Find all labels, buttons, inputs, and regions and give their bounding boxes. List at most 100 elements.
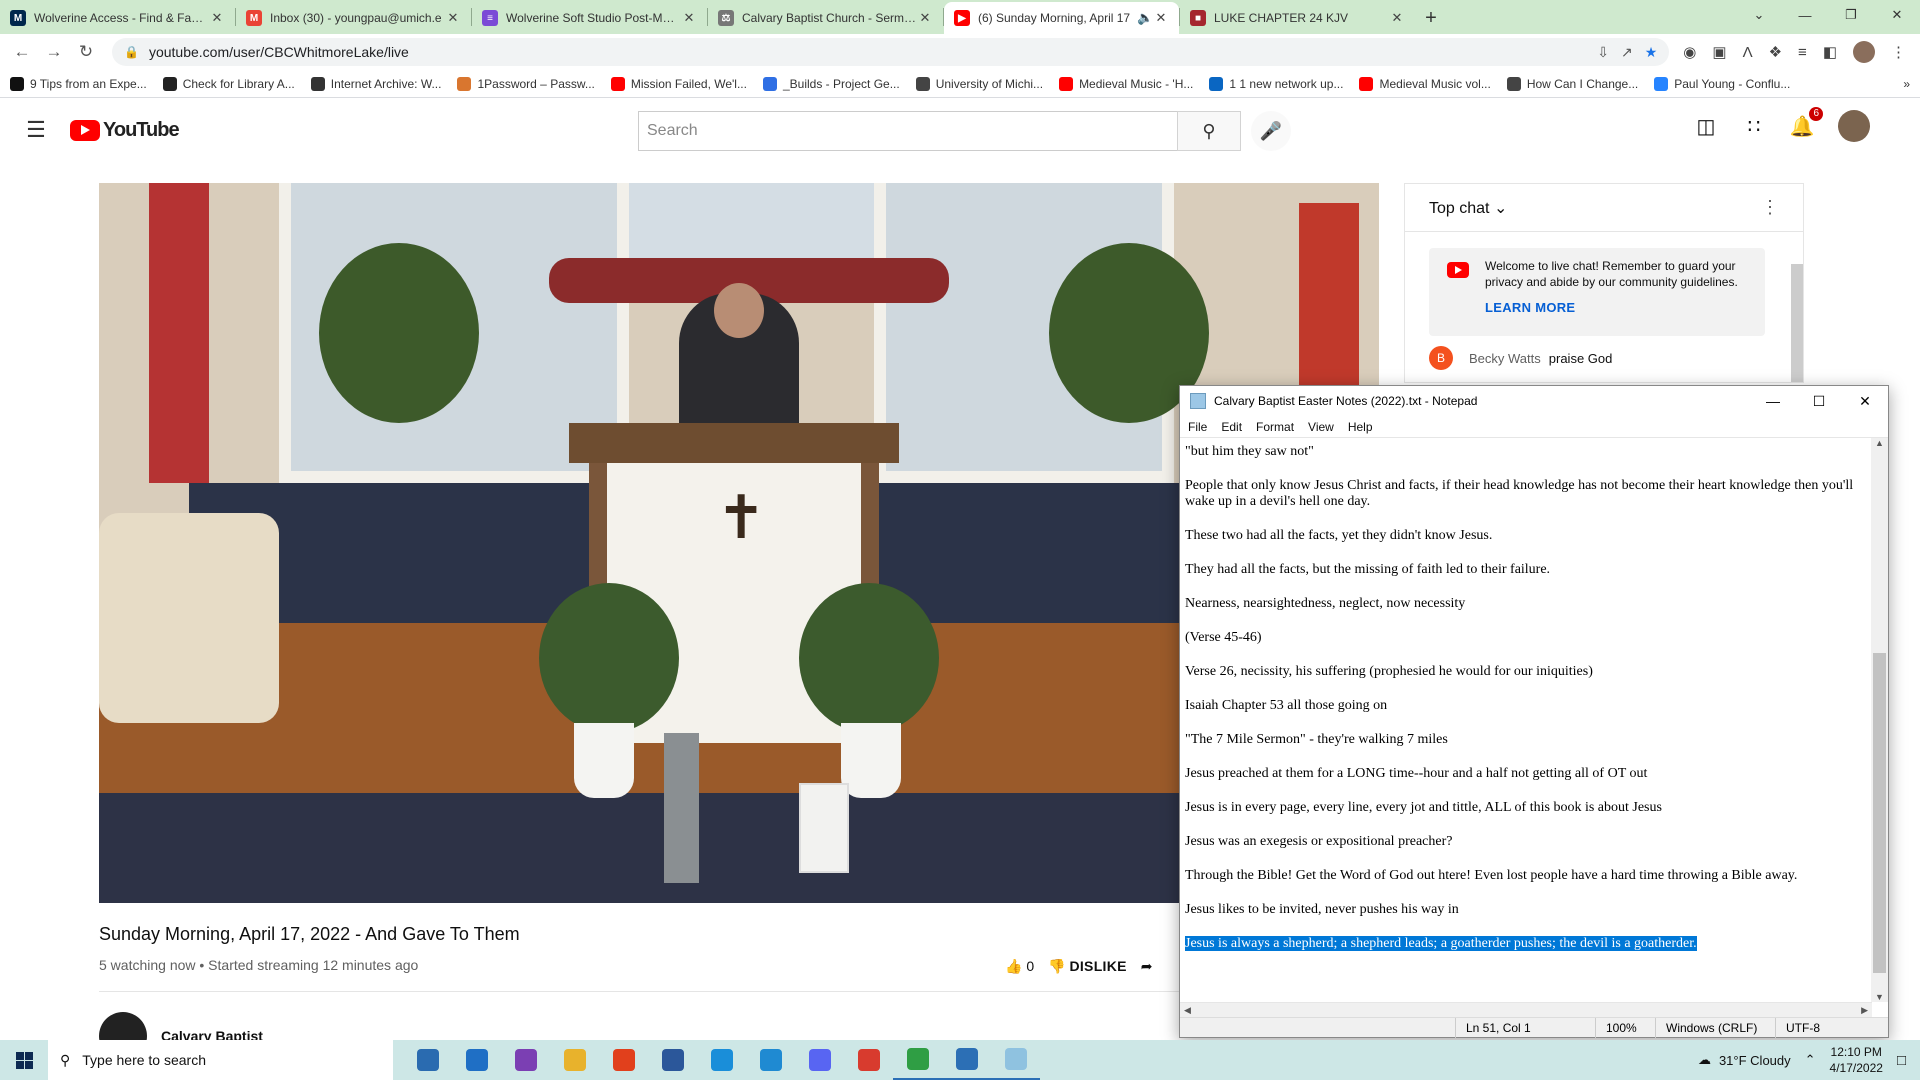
voice-search-button[interactable]: 🎤: [1251, 111, 1291, 151]
menu-icon[interactable]: ⋮: [1891, 43, 1906, 61]
youtube-logo[interactable]: YouTube: [70, 119, 180, 142]
taskbar-podcast-button[interactable]: [501, 1040, 550, 1080]
tab-close-icon[interactable]: ✕: [445, 10, 461, 26]
more-options-icon[interactable]: ⋮: [1761, 197, 1779, 218]
tab-close-icon[interactable]: ✕: [681, 10, 697, 26]
search-input[interactable]: Search: [638, 111, 1177, 151]
bookmark-item[interactable]: _Builds - Project Ge...: [762, 76, 900, 91]
extension-icon[interactable]: ▣: [1712, 43, 1726, 61]
clock[interactable]: 12:10 PM 4/17/2022: [1830, 1044, 1883, 1076]
bookmark-star-icon[interactable]: ★: [1645, 44, 1658, 61]
menu-view[interactable]: View: [1308, 420, 1334, 434]
weather-text[interactable]: 31°F Cloudy: [1719, 1053, 1791, 1068]
taskbar-search[interactable]: ⚲ Type here to search: [48, 1040, 393, 1080]
bookmark-item[interactable]: Check for Library A...: [162, 76, 295, 91]
close-button[interactable]: ✕: [1842, 386, 1888, 416]
taskbar-task-view-button[interactable]: [403, 1040, 452, 1080]
bookmark-item[interactable]: Paul Young - Conflu...: [1654, 76, 1790, 91]
side-panel-icon[interactable]: ◧: [1823, 43, 1837, 61]
hamburger-menu-icon[interactable]: ☰: [16, 110, 56, 150]
back-button[interactable]: ←: [8, 38, 36, 66]
bookmark-item[interactable]: How Can I Change...: [1506, 76, 1638, 91]
taskbar-edge-button[interactable]: [697, 1040, 746, 1080]
bookmark-item[interactable]: Mission Failed, We'l...: [610, 76, 747, 91]
menu-file[interactable]: File: [1188, 420, 1207, 434]
chat-scrollbar[interactable]: [1791, 264, 1803, 382]
tab-close-icon[interactable]: ✕: [917, 10, 933, 26]
apps-grid-icon[interactable]: ∷: [1742, 114, 1766, 138]
taskbar-mail-button[interactable]: [452, 1040, 501, 1080]
puzzle-icon[interactable]: ❖: [1769, 43, 1782, 61]
install-icon[interactable]: ⇩: [1597, 44, 1609, 61]
chat-author-name[interactable]: Becky Watts: [1469, 351, 1541, 366]
browser-tab[interactable]: ⚖ Calvary Baptist Church - Sermons ✕: [708, 2, 943, 34]
dislike-button[interactable]: 👎 DISLIKE: [1048, 958, 1127, 975]
learn-more-link[interactable]: LEARN MORE: [1485, 300, 1755, 316]
bookmark-item[interactable]: Internet Archive: W...: [310, 76, 441, 91]
show-hidden-icons-icon[interactable]: ⌃: [1805, 1052, 1816, 1068]
notepad-text-area[interactable]: "but him they saw not" People that only k…: [1180, 438, 1872, 1002]
tab-search-icon[interactable]: ⌄: [1736, 0, 1782, 30]
browser-tab[interactable]: ■ LUKE CHAPTER 24 KJV ✕: [1180, 2, 1415, 34]
bookmark-item[interactable]: Medieval Music - 'H...: [1059, 76, 1193, 91]
menu-edit[interactable]: Edit: [1221, 420, 1242, 434]
browser-tab[interactable]: ≡ Wolverine Soft Studio Post-Morte ✕: [472, 2, 707, 34]
extension-icon[interactable]: ◉: [1683, 43, 1696, 61]
bookmark-item[interactable]: 1 1 new network up...: [1209, 76, 1343, 91]
notepad-titlebar[interactable]: Calvary Baptist Easter Notes (2022).txt …: [1180, 386, 1888, 416]
scroll-right-icon[interactable]: ▶: [1861, 1005, 1868, 1016]
top-chat-dropdown[interactable]: Top chat ⌄: [1429, 198, 1507, 218]
bookmark-item[interactable]: Medieval Music vol...: [1359, 76, 1491, 91]
restore-button[interactable]: ❐: [1828, 0, 1874, 30]
menu-help[interactable]: Help: [1348, 420, 1373, 434]
like-button[interactable]: 👍 0: [1005, 958, 1034, 975]
create-video-icon[interactable]: ◫: [1694, 114, 1718, 138]
bookmark-item[interactable]: University of Michi...: [915, 76, 1043, 91]
search-button[interactable]: ⚲: [1177, 111, 1241, 151]
taskbar-music-button[interactable]: [844, 1040, 893, 1080]
bookmark-item[interactable]: 9 Tips from an Expe...: [10, 76, 147, 91]
scroll-down-icon[interactable]: ▼: [1871, 992, 1888, 1002]
share-icon[interactable]: ➦: [1141, 958, 1153, 975]
taskbar-file-explorer-button[interactable]: [550, 1040, 599, 1080]
taskbar-photos-button[interactable]: [942, 1040, 991, 1080]
notifications-bell-icon[interactable]: 🔔 6: [1790, 107, 1823, 138]
profile-avatar[interactable]: [1853, 41, 1875, 63]
tab-favicon-icon: ≡: [482, 10, 498, 26]
browser-tab[interactable]: M Wolverine Access - Find & Favori ✕: [0, 2, 235, 34]
scroll-up-icon[interactable]: ▲: [1871, 438, 1888, 448]
audio-icon[interactable]: 🔈: [1137, 10, 1153, 26]
weather-icon[interactable]: ☁: [1698, 1052, 1711, 1068]
notification-center-icon[interactable]: □: [1897, 1052, 1906, 1069]
start-button[interactable]: [0, 1040, 48, 1080]
taskbar-vscode-button[interactable]: [746, 1040, 795, 1080]
account-avatar[interactable]: [1838, 110, 1870, 142]
browser-tab[interactable]: ▶ (6) Sunday Morning, April 17 🔈 ✕: [944, 2, 1179, 34]
maximize-button[interactable]: ☐: [1796, 386, 1842, 416]
taskbar-word-button[interactable]: [648, 1040, 697, 1080]
extension-icon[interactable]: Λ: [1743, 44, 1753, 61]
tab-close-icon[interactable]: ✕: [1389, 10, 1405, 26]
minimize-button[interactable]: —: [1782, 0, 1828, 30]
menu-format[interactable]: Format: [1256, 420, 1294, 434]
bookmark-item[interactable]: 1Password – Passw...: [457, 76, 595, 91]
scrollbar-thumb[interactable]: [1873, 653, 1886, 973]
bookmarks-overflow-icon[interactable]: »: [1903, 77, 1910, 91]
scroll-left-icon[interactable]: ◀: [1184, 1005, 1191, 1016]
reload-button[interactable]: ↻: [72, 38, 100, 66]
tab-close-icon[interactable]: ✕: [1153, 10, 1169, 26]
vertical-scrollbar[interactable]: ▲ ▼: [1871, 438, 1888, 1002]
share-icon[interactable]: ↗: [1621, 44, 1633, 61]
new-tab-button[interactable]: +: [1415, 2, 1447, 34]
taskbar-chrome-button[interactable]: [893, 1040, 942, 1080]
minimize-button[interactable]: —: [1750, 386, 1796, 416]
tab-close-icon[interactable]: ✕: [209, 10, 225, 26]
close-button[interactable]: ✕: [1874, 0, 1920, 30]
taskbar-notepad-button[interactable]: [991, 1040, 1040, 1080]
forward-button[interactable]: →: [40, 38, 68, 66]
browser-tab[interactable]: M Inbox (30) - youngpau@umich.e ✕: [236, 2, 471, 34]
reading-list-icon[interactable]: ≡: [1798, 44, 1807, 61]
taskbar-office-button[interactable]: [599, 1040, 648, 1080]
address-bar[interactable]: 🔒 youtube.com/user/CBCWhitmoreLake/live …: [112, 38, 1670, 66]
taskbar-discord-button[interactable]: [795, 1040, 844, 1080]
